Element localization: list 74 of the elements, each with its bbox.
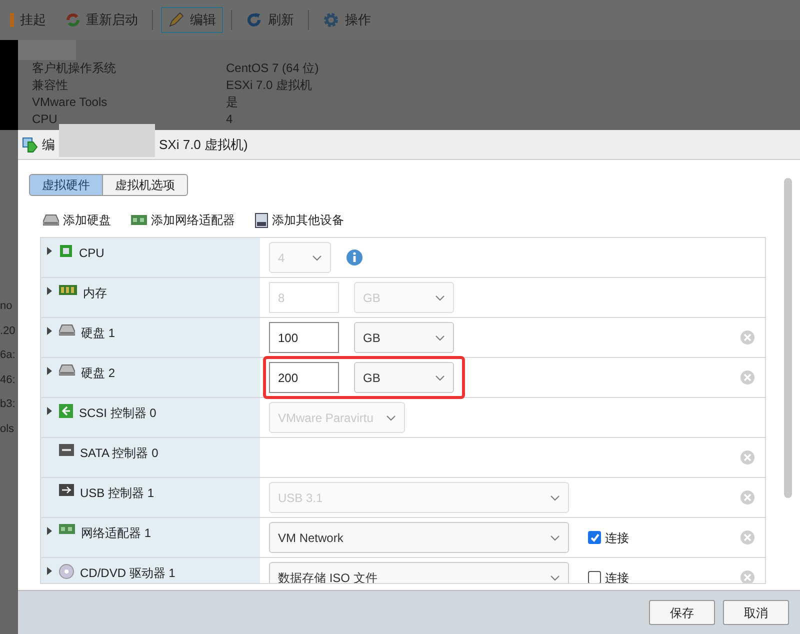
- expand-arrow-icon[interactable]: [47, 327, 53, 335]
- device-name: 内存: [83, 285, 107, 302]
- size-field[interactable]: 200: [269, 362, 339, 393]
- refresh-icon: [246, 12, 262, 28]
- info-icon[interactable]: [346, 249, 363, 266]
- memory-icon: [59, 284, 77, 296]
- dialog-title: 编: [42, 136, 55, 154]
- expand-arrow-icon[interactable]: [47, 287, 53, 295]
- device-name: 硬盘 2: [81, 365, 116, 382]
- info-value: CentOS 7 (64 位): [226, 60, 320, 77]
- chevron-down-icon: [435, 294, 445, 300]
- chevron-down-icon: [386, 414, 396, 420]
- add-device-button[interactable]: 添加其他设备: [255, 211, 344, 229]
- device-icon: [255, 212, 268, 228]
- info-label: VMware Tools: [32, 94, 108, 111]
- connect-label: 连接: [605, 530, 629, 546]
- device-name: 硬盘 1: [81, 325, 116, 342]
- disc-icon: [59, 564, 74, 579]
- network-card-icon: [131, 215, 147, 225]
- controller-icon: [59, 404, 73, 418]
- dropdown[interactable]: GB: [354, 362, 454, 393]
- background-text: .20: [0, 324, 16, 338]
- checkbox[interactable]: [588, 571, 601, 583]
- dialog-button[interactable]: 保存: [649, 600, 715, 625]
- restart-icon: [66, 13, 80, 27]
- background-text: no: [0, 299, 12, 314]
- device-name: USB 控制器 1: [80, 485, 154, 502]
- device-name: SCSI 控制器 0: [79, 405, 156, 422]
- add-device-button[interactable]: 添加硬盘: [43, 211, 111, 229]
- expand-arrow-icon[interactable]: [47, 407, 53, 415]
- expand-arrow-icon[interactable]: [47, 247, 53, 255]
- background-text: 6a:: [0, 348, 16, 363]
- device-name: 网络适配器 1: [81, 525, 152, 542]
- background-text: 46:: [0, 372, 16, 388]
- background-text: ols: [0, 422, 14, 436]
- connect-label: 连接: [605, 570, 629, 583]
- pencil-icon: [168, 12, 184, 28]
- tab[interactable]: 虚拟机选项: [102, 174, 188, 196]
- chip-icon: [59, 244, 73, 258]
- info-value: 是: [226, 94, 239, 111]
- info-value: 4: [226, 111, 234, 128]
- chevron-down-icon: [435, 334, 445, 340]
- expand-arrow-icon[interactable]: [47, 367, 53, 375]
- scrollbar[interactable]: [784, 178, 792, 498]
- chevron-down-icon: [435, 374, 445, 380]
- vm-edit-icon: [22, 136, 38, 152]
- size-field[interactable]: 100: [269, 322, 339, 353]
- info-label: CPU: [32, 111, 58, 128]
- info-label: 兼容性: [32, 77, 69, 94]
- dialog-button[interactable]: 取消: [723, 600, 789, 625]
- expand-arrow-icon[interactable]: [47, 567, 53, 575]
- sata-icon: [59, 444, 74, 456]
- pause-icon: [10, 13, 14, 27]
- dialog-title: SXi 7.0 虚拟机): [159, 136, 248, 154]
- tab[interactable]: 虚拟硬件: [29, 174, 103, 196]
- dropdown[interactable]: 数据存储 ISO 文件: [269, 562, 569, 583]
- device-name: SATA 控制器 0: [80, 445, 158, 462]
- add-device-button[interactable]: 添加网络适配器: [131, 211, 235, 229]
- info-label: 客户机操作系统: [32, 60, 117, 77]
- device-name: CD/DVD 驱动器 1: [80, 565, 176, 582]
- checkbox[interactable]: [588, 531, 601, 544]
- chevron-down-icon: [550, 574, 560, 580]
- usb-icon: [59, 484, 74, 496]
- dropdown[interactable]: GB: [354, 322, 454, 353]
- expand-arrow-icon[interactable]: [47, 527, 53, 535]
- dropdown[interactable]: VM Network: [269, 522, 569, 553]
- gear-icon: [323, 12, 339, 28]
- network-card-icon: [59, 524, 75, 534]
- chevron-down-icon: [312, 254, 322, 260]
- device-name: CPU: [79, 245, 104, 262]
- background-text: b3:: [0, 397, 16, 412]
- info-value: ESXi 7.0 虚拟机: [226, 77, 314, 94]
- chevron-down-icon: [550, 534, 560, 540]
- chevron-down-icon: [550, 494, 560, 500]
